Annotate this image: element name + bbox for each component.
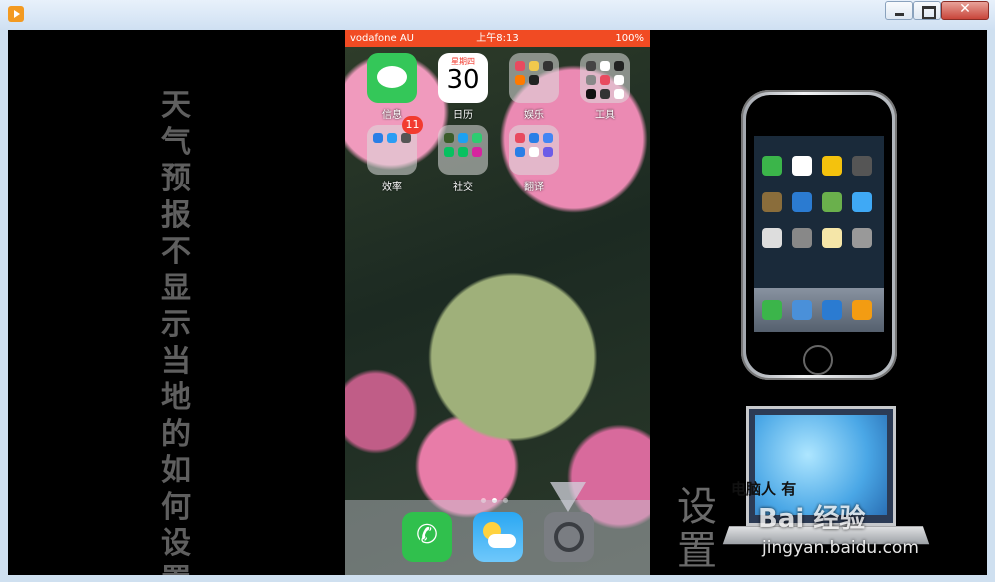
weather-app-icon[interactable] <box>473 512 523 562</box>
app-label-translate: 翻译 <box>499 178 569 193</box>
title-char: 天 <box>158 88 194 125</box>
dock: ✆ <box>345 500 650 575</box>
title-char: 当 <box>158 344 194 381</box>
calendar-day: 30 <box>438 65 488 95</box>
close-icon: ✕ <box>942 1 988 17</box>
gear-icon <box>554 522 584 552</box>
window-titlebar: ✕ <box>0 0 995 30</box>
caption-char: 置 <box>677 528 717 574</box>
title-char: 不 <box>158 234 194 271</box>
app-label-calendar: 日历 <box>428 106 498 121</box>
status-bar: vodafone AU 上午8:13 100% <box>345 30 650 47</box>
pointer-triangle <box>550 482 586 512</box>
watermark-url: jingyan.baidu.com <box>762 538 919 558</box>
minimize-button[interactable] <box>885 1 913 20</box>
title-char: 地 <box>158 380 194 417</box>
cloud-icon <box>488 534 516 548</box>
title-char: 何 <box>158 490 194 527</box>
app-label-tools: 工具 <box>570 106 640 121</box>
status-time: 上午8:13 <box>345 30 650 47</box>
title-char: 的 <box>158 417 194 454</box>
home-button-icon <box>803 345 833 375</box>
maximize-button[interactable] <box>913 1 941 20</box>
page-indicator <box>481 488 521 494</box>
app-label-productivity: 效率 <box>357 178 427 193</box>
settings-caption: 设 置 <box>673 485 721 573</box>
laptop-caption: 电脑人 有 <box>731 478 796 499</box>
player-app-icon <box>8 6 24 22</box>
vertical-title: 天 气 预 报 不 显 示 当 地 的 如 何 设 置 <box>158 88 194 575</box>
title-char: 显 <box>158 271 194 308</box>
title-char: 如 <box>158 453 194 490</box>
entertainment-folder-icon[interactable] <box>509 53 559 103</box>
calendar-app-icon[interactable]: 星期四 30 <box>438 53 488 103</box>
iphone-illustration <box>741 90 897 380</box>
social-folder-icon[interactable] <box>438 125 488 175</box>
title-char: 设 <box>158 526 194 563</box>
settings-app-icon[interactable] <box>544 512 594 562</box>
tools-folder-icon[interactable] <box>580 53 630 103</box>
title-char: 气 <box>158 125 194 162</box>
translate-folder-icon[interactable] <box>509 125 559 175</box>
caption-char: 设 <box>677 484 717 530</box>
title-char: 置 <box>158 563 194 576</box>
speech-bubble-icon <box>377 66 407 88</box>
close-button[interactable]: ✕ <box>941 1 989 20</box>
notification-badge: 11 <box>402 116 423 134</box>
title-char: 示 <box>158 307 194 344</box>
title-char: 报 <box>158 198 194 235</box>
baidu-watermark: Bai 经验 <box>758 498 865 535</box>
phone-app-icon[interactable]: ✆ <box>402 512 452 562</box>
battery-label: 100% <box>615 30 644 47</box>
app-label-entertainment: 娱乐 <box>499 106 569 121</box>
title-char: 预 <box>158 161 194 198</box>
iphone-home-screenshot: vodafone AU 上午8:13 100% 信息 星期四 30 日历 娱乐 <box>345 30 650 575</box>
video-stage[interactable]: 天 气 预 报 不 显 示 当 地 的 如 何 设 置 vodafone AU … <box>8 30 987 575</box>
phone-handset-icon: ✆ <box>402 520 452 550</box>
app-label-social: 社交 <box>428 178 498 193</box>
messages-app-icon[interactable] <box>367 53 417 103</box>
